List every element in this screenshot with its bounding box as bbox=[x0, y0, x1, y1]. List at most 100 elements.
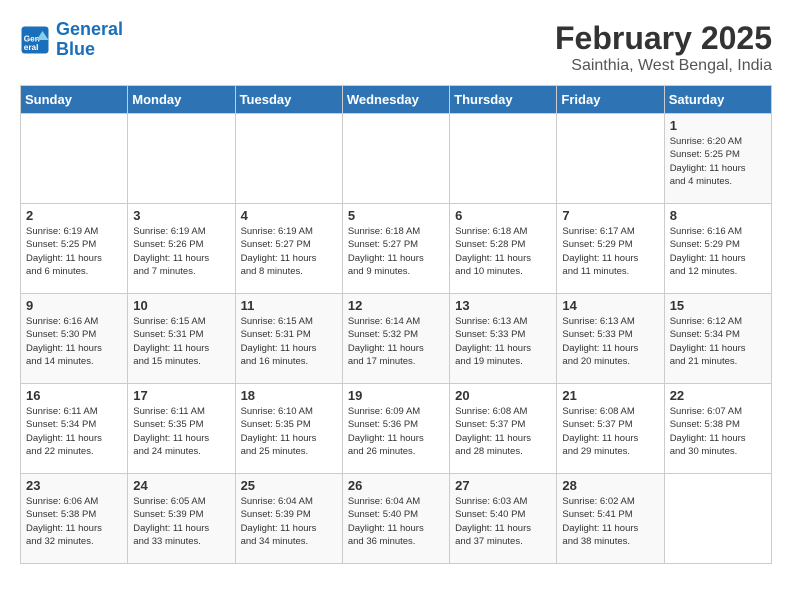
day-info: Sunrise: 6:19 AM Sunset: 5:26 PM Dayligh… bbox=[133, 225, 229, 278]
calendar-cell: 12Sunrise: 6:14 AM Sunset: 5:32 PM Dayli… bbox=[342, 294, 449, 384]
calendar-cell: 11 Sunrise: 6:15 AM Sunset: 5:31 PM Dayli… bbox=[235, 294, 342, 384]
day-number: 14 bbox=[562, 298, 658, 313]
day-info: Sunrise: 6:08 AM Sunset: 5:37 PM Dayligh… bbox=[562, 405, 658, 458]
calendar-week: 16Sunrise: 6:11 AM Sunset: 5:34 PM Dayli… bbox=[21, 384, 772, 474]
day-info: Sunrise: 6:02 AM Sunset: 5:41 PM Dayligh… bbox=[562, 495, 658, 548]
day-info: Sunrise: 6:17 AM Sunset: 5:29 PM Dayligh… bbox=[562, 225, 658, 278]
calendar-cell: 18 Sunrise: 6:10 AM Sunset: 5:35 PM Dayli… bbox=[235, 384, 342, 474]
calendar-cell bbox=[557, 114, 664, 204]
day-number: 6 bbox=[455, 208, 551, 223]
day-info: Sunrise: 6:15 AM Sunset: 5:31 PM Dayligh… bbox=[241, 315, 337, 368]
day-info: Sunrise: 6:12 AM Sunset: 5:34 PM Dayligh… bbox=[670, 315, 766, 368]
calendar-cell: 19 Sunrise: 6:09 AM Sunset: 5:36 PM Dayli… bbox=[342, 384, 449, 474]
calendar-cell bbox=[342, 114, 449, 204]
day-number: 20 bbox=[455, 388, 551, 403]
calendar-cell: 16Sunrise: 6:11 AM Sunset: 5:34 PM Dayli… bbox=[21, 384, 128, 474]
calendar-cell: 26 Sunrise: 6:04 AM Sunset: 5:40 PM Dayli… bbox=[342, 474, 449, 564]
logo-line2: Blue bbox=[56, 39, 95, 59]
header-day: Wednesday bbox=[342, 86, 449, 114]
header-day: Thursday bbox=[450, 86, 557, 114]
title-block: February 2025 Sainthia, West Bengal, Ind… bbox=[555, 20, 772, 75]
calendar-cell: 17 Sunrise: 6:11 AM Sunset: 5:35 PM Dayli… bbox=[128, 384, 235, 474]
day-info: Sunrise: 6:16 AM Sunset: 5:30 PM Dayligh… bbox=[26, 315, 122, 368]
calendar-body: 1 Sunrise: 6:20 AM Sunset: 5:25 PM Daylig… bbox=[21, 114, 772, 564]
calendar-cell: 20 Sunrise: 6:08 AM Sunset: 5:37 PM Dayli… bbox=[450, 384, 557, 474]
calendar-week: 2 Sunrise: 6:19 AM Sunset: 5:25 PM Daylig… bbox=[21, 204, 772, 294]
day-number: 12 bbox=[348, 298, 444, 313]
header-day: Tuesday bbox=[235, 86, 342, 114]
day-info: Sunrise: 6:19 AM Sunset: 5:27 PM Dayligh… bbox=[241, 225, 337, 278]
day-number: 2 bbox=[26, 208, 122, 223]
day-info: Sunrise: 6:08 AM Sunset: 5:37 PM Dayligh… bbox=[455, 405, 551, 458]
calendar-week: 1 Sunrise: 6:20 AM Sunset: 5:25 PM Daylig… bbox=[21, 114, 772, 204]
day-number: 22 bbox=[670, 388, 766, 403]
day-number: 26 bbox=[348, 478, 444, 493]
calendar-cell: 3 Sunrise: 6:19 AM Sunset: 5:26 PM Daylig… bbox=[128, 204, 235, 294]
svg-text:eral: eral bbox=[24, 43, 39, 52]
day-number: 15 bbox=[670, 298, 766, 313]
header-row: SundayMondayTuesdayWednesdayThursdayFrid… bbox=[21, 86, 772, 114]
calendar-cell: 9 Sunrise: 6:16 AM Sunset: 5:30 PM Daylig… bbox=[21, 294, 128, 384]
day-info: Sunrise: 6:15 AM Sunset: 5:31 PM Dayligh… bbox=[133, 315, 229, 368]
calendar-cell: 10Sunrise: 6:15 AM Sunset: 5:31 PM Dayli… bbox=[128, 294, 235, 384]
day-info: Sunrise: 6:11 AM Sunset: 5:35 PM Dayligh… bbox=[133, 405, 229, 458]
day-number: 11 bbox=[241, 298, 337, 313]
calendar-cell: 22 Sunrise: 6:07 AM Sunset: 5:38 PM Dayli… bbox=[664, 384, 771, 474]
day-info: Sunrise: 6:18 AM Sunset: 5:28 PM Dayligh… bbox=[455, 225, 551, 278]
header-day: Sunday bbox=[21, 86, 128, 114]
header-day: Monday bbox=[128, 86, 235, 114]
calendar-cell bbox=[664, 474, 771, 564]
day-info: Sunrise: 6:19 AM Sunset: 5:25 PM Dayligh… bbox=[26, 225, 122, 278]
day-number: 17 bbox=[133, 388, 229, 403]
day-info: Sunrise: 6:16 AM Sunset: 5:29 PM Dayligh… bbox=[670, 225, 766, 278]
day-info: Sunrise: 6:04 AM Sunset: 5:39 PM Dayligh… bbox=[241, 495, 337, 548]
day-info: Sunrise: 6:11 AM Sunset: 5:34 PM Dayligh… bbox=[26, 405, 122, 458]
calendar-cell: 5 Sunrise: 6:18 AM Sunset: 5:27 PM Daylig… bbox=[342, 204, 449, 294]
calendar-header: SundayMondayTuesdayWednesdayThursdayFrid… bbox=[21, 86, 772, 114]
calendar-table: SundayMondayTuesdayWednesdayThursdayFrid… bbox=[20, 85, 772, 564]
day-number: 5 bbox=[348, 208, 444, 223]
day-number: 28 bbox=[562, 478, 658, 493]
calendar-cell: 13 Sunrise: 6:13 AM Sunset: 5:33 PM Dayli… bbox=[450, 294, 557, 384]
day-info: Sunrise: 6:06 AM Sunset: 5:38 PM Dayligh… bbox=[26, 495, 122, 548]
calendar-cell bbox=[235, 114, 342, 204]
calendar-cell bbox=[450, 114, 557, 204]
day-info: Sunrise: 6:20 AM Sunset: 5:25 PM Dayligh… bbox=[670, 135, 766, 188]
day-number: 25 bbox=[241, 478, 337, 493]
calendar-cell: 15 Sunrise: 6:12 AM Sunset: 5:34 PM Dayli… bbox=[664, 294, 771, 384]
logo-line1: General bbox=[56, 19, 123, 39]
calendar-cell: 7 Sunrise: 6:17 AM Sunset: 5:29 PM Daylig… bbox=[557, 204, 664, 294]
calendar-cell: 25 Sunrise: 6:04 AM Sunset: 5:39 PM Dayli… bbox=[235, 474, 342, 564]
day-info: Sunrise: 6:10 AM Sunset: 5:35 PM Dayligh… bbox=[241, 405, 337, 458]
day-number: 24 bbox=[133, 478, 229, 493]
day-info: Sunrise: 6:03 AM Sunset: 5:40 PM Dayligh… bbox=[455, 495, 551, 548]
calendar-cell: 4Sunrise: 6:19 AM Sunset: 5:27 PM Daylig… bbox=[235, 204, 342, 294]
day-number: 1 bbox=[670, 118, 766, 133]
logo-icon: Gen eral bbox=[20, 25, 50, 55]
day-number: 19 bbox=[348, 388, 444, 403]
calendar-cell: 21Sunrise: 6:08 AM Sunset: 5:37 PM Dayli… bbox=[557, 384, 664, 474]
calendar-cell: 6 Sunrise: 6:18 AM Sunset: 5:28 PM Daylig… bbox=[450, 204, 557, 294]
day-number: 8 bbox=[670, 208, 766, 223]
day-number: 18 bbox=[241, 388, 337, 403]
day-info: Sunrise: 6:18 AM Sunset: 5:27 PM Dayligh… bbox=[348, 225, 444, 278]
calendar-week: 9 Sunrise: 6:16 AM Sunset: 5:30 PM Daylig… bbox=[21, 294, 772, 384]
day-number: 3 bbox=[133, 208, 229, 223]
calendar-subtitle: Sainthia, West Bengal, India bbox=[555, 57, 772, 75]
calendar-cell: 28 Sunrise: 6:02 AM Sunset: 5:41 PM Dayli… bbox=[557, 474, 664, 564]
day-number: 9 bbox=[26, 298, 122, 313]
day-info: Sunrise: 6:04 AM Sunset: 5:40 PM Dayligh… bbox=[348, 495, 444, 548]
header-day: Friday bbox=[557, 86, 664, 114]
logo: Gen eral General Blue bbox=[20, 20, 123, 60]
day-number: 23 bbox=[26, 478, 122, 493]
day-number: 27 bbox=[455, 478, 551, 493]
day-info: Sunrise: 6:13 AM Sunset: 5:33 PM Dayligh… bbox=[562, 315, 658, 368]
calendar-cell bbox=[21, 114, 128, 204]
day-info: Sunrise: 6:07 AM Sunset: 5:38 PM Dayligh… bbox=[670, 405, 766, 458]
day-number: 13 bbox=[455, 298, 551, 313]
day-number: 7 bbox=[562, 208, 658, 223]
header-day: Saturday bbox=[664, 86, 771, 114]
day-info: Sunrise: 6:13 AM Sunset: 5:33 PM Dayligh… bbox=[455, 315, 551, 368]
calendar-cell: 27 Sunrise: 6:03 AM Sunset: 5:40 PM Dayli… bbox=[450, 474, 557, 564]
day-info: Sunrise: 6:09 AM Sunset: 5:36 PM Dayligh… bbox=[348, 405, 444, 458]
